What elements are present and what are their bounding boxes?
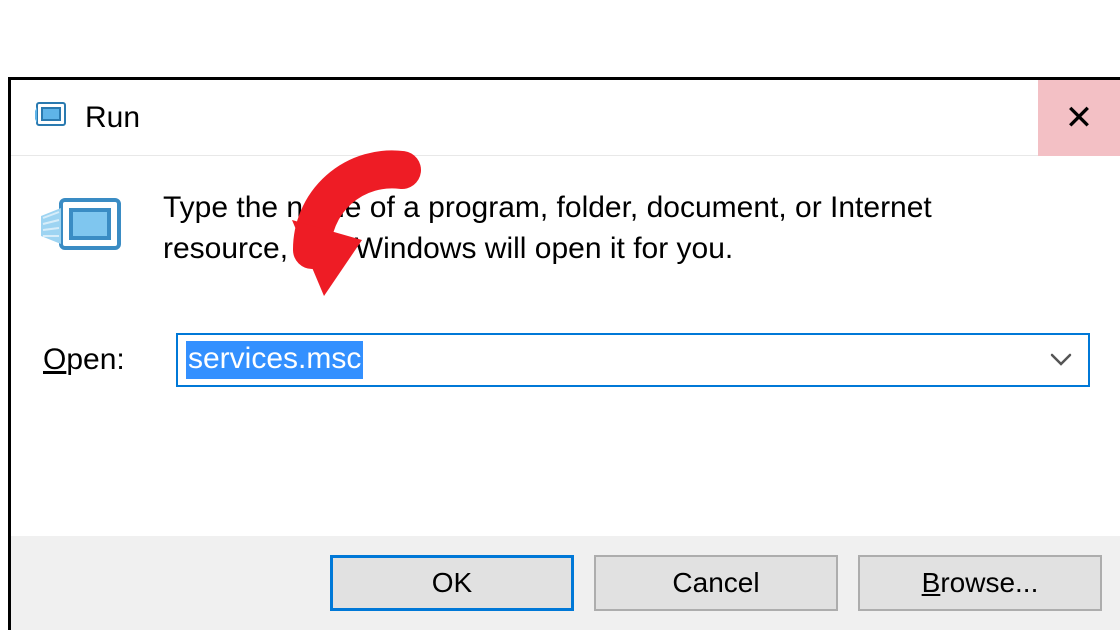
dialog-body: Type the name of a program, folder, docu… bbox=[11, 156, 1120, 536]
run-large-icon bbox=[39, 190, 127, 271]
close-button[interactable]: ✕ bbox=[1038, 80, 1120, 156]
chevron-down-icon[interactable] bbox=[1050, 346, 1072, 374]
run-dialog: Run ✕ Type the name of a program, folder… bbox=[8, 77, 1120, 630]
description-text: Type the name of a program, folder, docu… bbox=[163, 188, 1033, 269]
dialog-footer: OK Cancel Browse... bbox=[11, 536, 1120, 630]
title-bar: Run ✕ bbox=[11, 80, 1120, 156]
open-input-value: services.msc bbox=[186, 341, 363, 379]
browse-button[interactable]: Browse... bbox=[858, 555, 1102, 611]
ok-button[interactable]: OK bbox=[330, 555, 574, 611]
window-title: Run bbox=[85, 101, 140, 135]
open-label: Open: bbox=[41, 343, 176, 377]
run-icon bbox=[33, 97, 69, 138]
cancel-button[interactable]: Cancel bbox=[594, 555, 838, 611]
close-icon: ✕ bbox=[1065, 98, 1094, 138]
open-combobox[interactable]: services.msc bbox=[176, 333, 1090, 387]
